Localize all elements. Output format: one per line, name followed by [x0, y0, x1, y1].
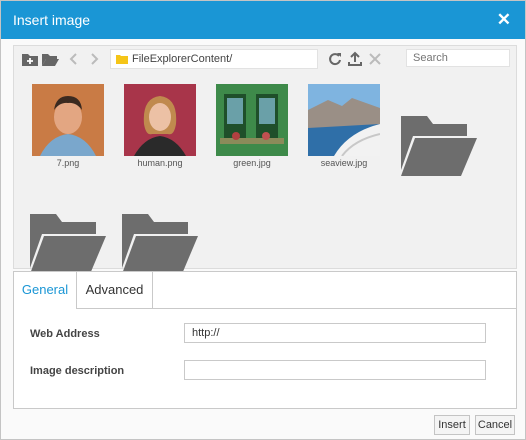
- file-name: seaview.jpg: [320, 158, 368, 168]
- file-item[interactable]: seaview.jpg: [302, 84, 386, 168]
- file-name: human.png: [137, 158, 183, 168]
- dialog-title: Insert image: [13, 12, 91, 28]
- cancel-button[interactable]: Cancel: [475, 415, 515, 435]
- file-grid: 7.png human.png green.jpg seaview.jpg: [14, 76, 516, 274]
- tab-bar: General Advanced: [14, 272, 516, 309]
- file-explorer: FileExplorerContent/ Search 7.png human.…: [13, 45, 517, 274]
- path-box[interactable]: FileExplorerContent/: [110, 49, 318, 69]
- image-description-field[interactable]: [184, 360, 486, 380]
- current-path: FileExplorerContent/: [132, 53, 233, 65]
- folder-icon[interactable]: [122, 212, 198, 274]
- refresh-icon[interactable]: [326, 51, 344, 67]
- open-folder-icon[interactable]: [41, 51, 59, 67]
- forward-icon[interactable]: [85, 51, 103, 67]
- back-icon[interactable]: [65, 51, 83, 67]
- web-address-label: Web Address: [30, 328, 100, 340]
- properties-tabs: General Advanced Web Address Image descr…: [13, 271, 517, 409]
- image-description-label: Image description: [30, 365, 125, 377]
- explorer-toolbar: FileExplorerContent/: [14, 46, 516, 72]
- thumbnail-green-window-image: [216, 84, 288, 156]
- folder-icon[interactable]: [30, 212, 106, 274]
- tab-advanced[interactable]: Advanced: [77, 272, 153, 308]
- folder-icon: [116, 55, 128, 64]
- thumbnail-man-image: [32, 84, 104, 156]
- dialog-titlebar: Insert image ✕: [1, 1, 525, 39]
- folder-icon[interactable]: [401, 114, 477, 176]
- insert-button[interactable]: Insert: [434, 415, 470, 435]
- delete-icon[interactable]: [366, 51, 384, 67]
- new-folder-icon[interactable]: [21, 51, 39, 67]
- thumbnail-seaview-image: [308, 84, 380, 156]
- file-item[interactable]: human.png: [118, 84, 202, 168]
- thumbnail-woman-image: [124, 84, 196, 156]
- file-name: green.jpg: [233, 158, 271, 168]
- web-address-field[interactable]: [184, 323, 486, 343]
- search-input[interactable]: [406, 49, 510, 67]
- file-item[interactable]: 7.png: [26, 84, 110, 168]
- insert-image-dialog: Insert image ✕ FileExplorerContent/ Sear…: [0, 0, 526, 440]
- close-icon[interactable]: ✕: [497, 10, 511, 30]
- tab-general[interactable]: General: [14, 272, 77, 309]
- upload-icon[interactable]: [346, 51, 364, 67]
- file-name: 7.png: [56, 158, 80, 168]
- file-item[interactable]: green.jpg: [210, 84, 294, 168]
